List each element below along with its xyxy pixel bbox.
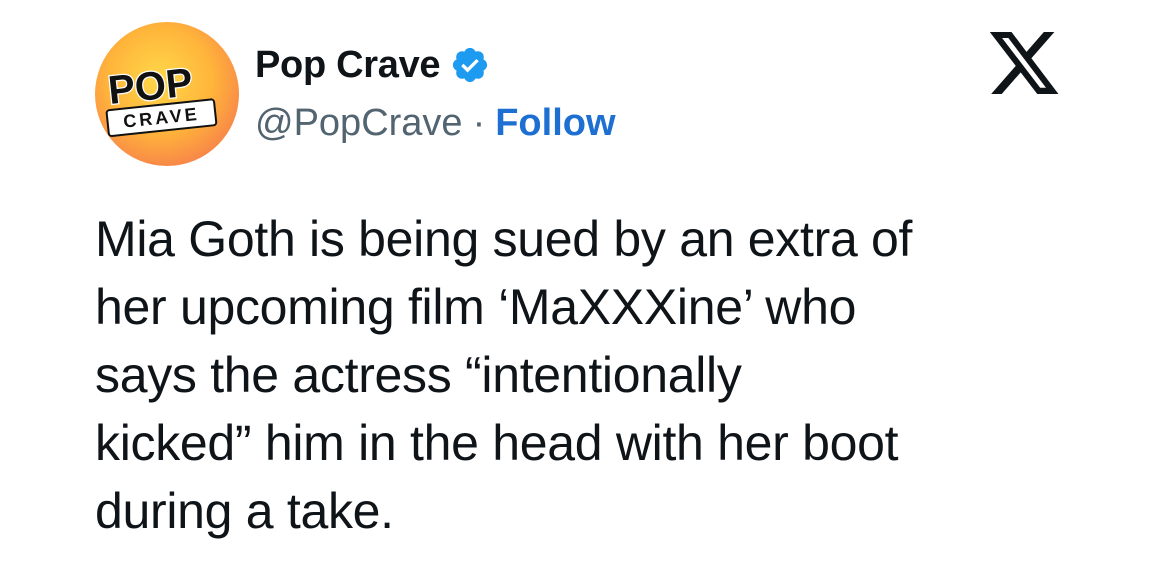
user-handle[interactable]: @PopCrave [255, 102, 463, 145]
avatar[interactable]: POP CRAVE [95, 22, 239, 166]
handle-row: @PopCrave · Follow [255, 100, 616, 146]
name-row: Pop Crave [255, 42, 490, 88]
tweet-header: POP CRAVE Pop Crave @PopCrave · Follow [0, 0, 1170, 180]
display-name[interactable]: Pop Crave [255, 44, 441, 87]
follow-button[interactable]: Follow [495, 102, 615, 145]
pop-crave-logo: POP CRAVE [105, 59, 218, 137]
separator-dot: · [472, 101, 486, 144]
tweet-text: Mia Goth is being sued by an extra of he… [95, 211, 913, 539]
verified-badge-icon [450, 45, 490, 85]
tweet-card: POP CRAVE Pop Crave @PopCrave · Follow M… [0, 0, 1170, 572]
x-logo-icon[interactable] [985, 32, 1063, 102]
